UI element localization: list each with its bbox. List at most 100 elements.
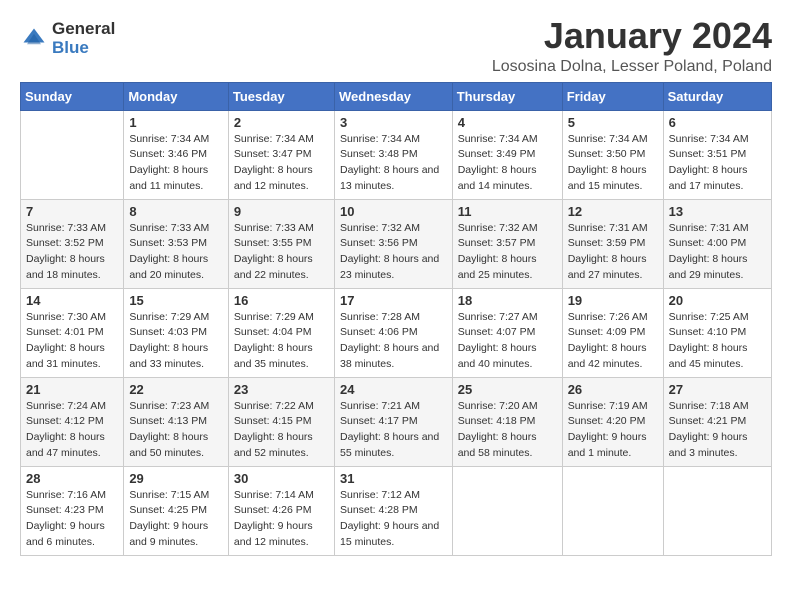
col-tuesday: Tuesday xyxy=(228,82,334,110)
sunrise: Sunrise: 7:29 AM xyxy=(234,311,314,323)
calendar-cell: 17 Sunrise: 7:28 AM Sunset: 4:06 PM Dayl… xyxy=(334,288,452,377)
sunset: Sunset: 3:56 PM xyxy=(340,237,418,249)
calendar-cell: 26 Sunrise: 7:19 AM Sunset: 4:20 PM Dayl… xyxy=(562,377,663,466)
sunset: Sunset: 3:52 PM xyxy=(26,237,104,249)
day-number: 11 xyxy=(458,204,557,219)
day-number: 1 xyxy=(129,115,223,130)
sunset: Sunset: 3:59 PM xyxy=(568,237,646,249)
calendar-cell: 11 Sunrise: 7:32 AM Sunset: 3:57 PM Dayl… xyxy=(452,199,562,288)
month-title: January 2024 xyxy=(492,16,772,56)
day-number: 14 xyxy=(26,293,118,308)
daylight: Daylight: 9 hours and 1 minute. xyxy=(568,431,647,459)
sunset: Sunset: 3:48 PM xyxy=(340,148,418,160)
sunset: Sunset: 4:13 PM xyxy=(129,415,207,427)
sunset: Sunset: 4:04 PM xyxy=(234,326,312,338)
daylight: Daylight: 8 hours and 47 minutes. xyxy=(26,431,105,459)
daylight: Daylight: 9 hours and 15 minutes. xyxy=(340,520,439,548)
sunset: Sunset: 4:17 PM xyxy=(340,415,418,427)
sunrise: Sunrise: 7:32 AM xyxy=(340,222,420,234)
daylight: Daylight: 8 hours and 18 minutes. xyxy=(26,253,105,281)
sunrise: Sunrise: 7:14 AM xyxy=(234,489,314,501)
sunset: Sunset: 3:57 PM xyxy=(458,237,536,249)
sunrise: Sunrise: 7:21 AM xyxy=(340,400,420,412)
calendar-cell: 23 Sunrise: 7:22 AM Sunset: 4:15 PM Dayl… xyxy=(228,377,334,466)
logo-icon xyxy=(20,25,48,53)
sunset: Sunset: 3:50 PM xyxy=(568,148,646,160)
day-number: 20 xyxy=(669,293,766,308)
sunset: Sunset: 4:06 PM xyxy=(340,326,418,338)
day-number: 15 xyxy=(129,293,223,308)
calendar-cell: 21 Sunrise: 7:24 AM Sunset: 4:12 PM Dayl… xyxy=(21,377,124,466)
calendar-week-2: 7 Sunrise: 7:33 AM Sunset: 3:52 PM Dayli… xyxy=(21,199,772,288)
daylight: Daylight: 8 hours and 38 minutes. xyxy=(340,342,439,370)
calendar-week-4: 21 Sunrise: 7:24 AM Sunset: 4:12 PM Dayl… xyxy=(21,377,772,466)
col-friday: Friday xyxy=(562,82,663,110)
day-number: 24 xyxy=(340,382,447,397)
day-number: 3 xyxy=(340,115,447,130)
sunset: Sunset: 4:18 PM xyxy=(458,415,536,427)
sunrise: Sunrise: 7:12 AM xyxy=(340,489,420,501)
sunset: Sunset: 4:23 PM xyxy=(26,504,104,516)
sunrise: Sunrise: 7:34 AM xyxy=(129,133,209,145)
daylight: Daylight: 8 hours and 13 minutes. xyxy=(340,164,439,192)
calendar-week-5: 28 Sunrise: 7:16 AM Sunset: 4:23 PM Dayl… xyxy=(21,466,772,555)
daylight: Daylight: 8 hours and 12 minutes. xyxy=(234,164,313,192)
sunset: Sunset: 4:26 PM xyxy=(234,504,312,516)
sunrise: Sunrise: 7:15 AM xyxy=(129,489,209,501)
daylight: Daylight: 8 hours and 27 minutes. xyxy=(568,253,647,281)
calendar-cell: 20 Sunrise: 7:25 AM Sunset: 4:10 PM Dayl… xyxy=(663,288,771,377)
day-number: 4 xyxy=(458,115,557,130)
sunset: Sunset: 4:25 PM xyxy=(129,504,207,516)
daylight: Daylight: 8 hours and 40 minutes. xyxy=(458,342,537,370)
calendar-cell: 18 Sunrise: 7:27 AM Sunset: 4:07 PM Dayl… xyxy=(452,288,562,377)
calendar-week-1: 1 Sunrise: 7:34 AM Sunset: 3:46 PM Dayli… xyxy=(21,110,772,199)
daylight: Daylight: 8 hours and 42 minutes. xyxy=(568,342,647,370)
daylight: Daylight: 9 hours and 12 minutes. xyxy=(234,520,313,548)
calendar-cell: 12 Sunrise: 7:31 AM Sunset: 3:59 PM Dayl… xyxy=(562,199,663,288)
calendar-cell: 14 Sunrise: 7:30 AM Sunset: 4:01 PM Dayl… xyxy=(21,288,124,377)
day-number: 7 xyxy=(26,204,118,219)
col-monday: Monday xyxy=(124,82,229,110)
logo-text: General Blue xyxy=(52,20,115,57)
calendar-cell: 4 Sunrise: 7:34 AM Sunset: 3:49 PM Dayli… xyxy=(452,110,562,199)
sunrise: Sunrise: 7:18 AM xyxy=(669,400,749,412)
sunset: Sunset: 3:49 PM xyxy=(458,148,536,160)
daylight: Daylight: 9 hours and 9 minutes. xyxy=(129,520,208,548)
header-row: Sunday Monday Tuesday Wednesday Thursday… xyxy=(21,82,772,110)
sunset: Sunset: 3:55 PM xyxy=(234,237,312,249)
daylight: Daylight: 8 hours and 17 minutes. xyxy=(669,164,748,192)
sunrise: Sunrise: 7:31 AM xyxy=(669,222,749,234)
calendar-cell: 16 Sunrise: 7:29 AM Sunset: 4:04 PM Dayl… xyxy=(228,288,334,377)
sunrise: Sunrise: 7:27 AM xyxy=(458,311,538,323)
daylight: Daylight: 8 hours and 14 minutes. xyxy=(458,164,537,192)
sunrise: Sunrise: 7:24 AM xyxy=(26,400,106,412)
sunset: Sunset: 4:07 PM xyxy=(458,326,536,338)
sunrise: Sunrise: 7:34 AM xyxy=(669,133,749,145)
sunset: Sunset: 4:21 PM xyxy=(669,415,747,427)
calendar-cell xyxy=(21,110,124,199)
calendar-cell xyxy=(452,466,562,555)
sunrise: Sunrise: 7:26 AM xyxy=(568,311,648,323)
location-subtitle: Lososina Dolna, Lesser Poland, Poland xyxy=(492,58,772,76)
day-number: 16 xyxy=(234,293,329,308)
sunrise: Sunrise: 7:33 AM xyxy=(26,222,106,234)
sunrise: Sunrise: 7:23 AM xyxy=(129,400,209,412)
calendar-cell: 31 Sunrise: 7:12 AM Sunset: 4:28 PM Dayl… xyxy=(334,466,452,555)
sunrise: Sunrise: 7:34 AM xyxy=(234,133,314,145)
logo-general: General xyxy=(52,20,115,39)
sunrise: Sunrise: 7:25 AM xyxy=(669,311,749,323)
daylight: Daylight: 8 hours and 23 minutes. xyxy=(340,253,439,281)
day-number: 12 xyxy=(568,204,658,219)
daylight: Daylight: 9 hours and 6 minutes. xyxy=(26,520,105,548)
sunrise: Sunrise: 7:28 AM xyxy=(340,311,420,323)
day-number: 18 xyxy=(458,293,557,308)
calendar-week-3: 14 Sunrise: 7:30 AM Sunset: 4:01 PM Dayl… xyxy=(21,288,772,377)
sunrise: Sunrise: 7:34 AM xyxy=(458,133,538,145)
logo: General Blue xyxy=(20,20,115,57)
calendar-cell xyxy=(663,466,771,555)
day-number: 9 xyxy=(234,204,329,219)
daylight: Daylight: 8 hours and 50 minutes. xyxy=(129,431,208,459)
day-number: 6 xyxy=(669,115,766,130)
daylight: Daylight: 8 hours and 33 minutes. xyxy=(129,342,208,370)
calendar-cell: 29 Sunrise: 7:15 AM Sunset: 4:25 PM Dayl… xyxy=(124,466,229,555)
